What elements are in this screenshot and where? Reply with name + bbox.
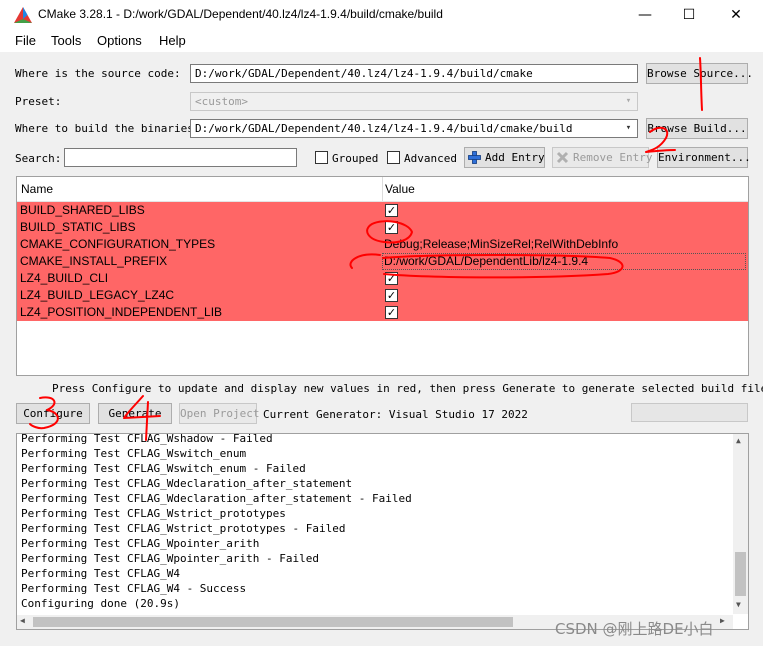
annotation-overlay	[29, 57, 703, 441]
annotation-circle-install-prefix	[349, 253, 624, 279]
annotation-4	[123, 395, 161, 441]
annotation-1	[699, 57, 703, 111]
annotation-2	[645, 126, 676, 153]
annotation-3	[29, 396, 59, 430]
annotation-circle-build-static	[366, 220, 413, 244]
